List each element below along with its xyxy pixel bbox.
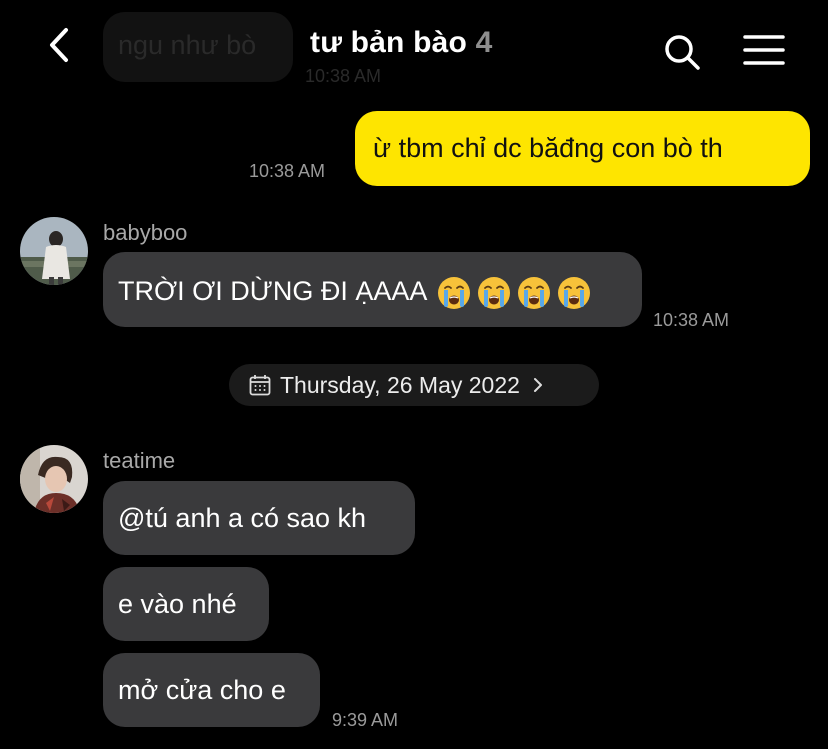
search-icon[interactable] [662, 32, 702, 72]
crying-face-icon: 😭 [438, 277, 471, 309]
incoming-message-bubble[interactable]: e vào nhé [103, 567, 269, 641]
date-divider[interactable]: Thursday, 26 May 2022 [229, 364, 599, 406]
ghost-message-text: ngu như bò [118, 30, 257, 60]
avatar-babyboo[interactable] [20, 217, 88, 285]
member-count: 4 [475, 26, 493, 59]
outgoing-message-bubble[interactable]: ừ tbm chỉ dc băđng con bò th [355, 111, 810, 186]
message-time: 10:38 AM [249, 161, 326, 181]
emoji-group: 😭😭😭😭 [437, 276, 591, 310]
ghost-message-time: 10:38 AM [305, 66, 382, 86]
crying-face-icon: 😭 [558, 277, 591, 309]
incoming-message-bubble[interactable]: mở cửa cho e [103, 653, 320, 727]
avatar-teatime[interactable] [20, 445, 88, 513]
crying-face-icon: 😭 [478, 277, 511, 309]
incoming-message-bubble[interactable]: @tú anh a có sao kh [103, 481, 415, 555]
sender-name: babyboo [103, 220, 188, 245]
message-text: e vào nhé [118, 589, 237, 619]
message-time: 10:38 AM [653, 310, 730, 330]
message-text: ừ tbm chỉ dc băđng con bò th [373, 133, 723, 163]
chevron-left-icon[interactable] [46, 26, 76, 66]
chevron-right-icon [533, 378, 542, 392]
crying-face-icon: 😭 [518, 277, 551, 309]
hamburger-menu-icon[interactable] [743, 34, 785, 66]
incoming-message-bubble[interactable]: TRỜI ƠI DỪNG ĐI ẠAAA😭😭😭😭 [103, 252, 642, 327]
calendar-icon [249, 375, 271, 396]
chat-title: tư bản bào 4 [310, 26, 493, 60]
sender-name: teatime [103, 448, 176, 473]
message-text: mở cửa cho e [118, 675, 286, 705]
date-label: Thursday, 26 May 2022 [280, 371, 520, 398]
message-text: TRỜI ƠI DỪNG ĐI ẠAAA [118, 276, 428, 307]
message-time: 9:39 AM [332, 710, 399, 730]
message-text: @tú anh a có sao kh [118, 503, 367, 533]
chat-title-name: tư bản bào [310, 26, 468, 59]
